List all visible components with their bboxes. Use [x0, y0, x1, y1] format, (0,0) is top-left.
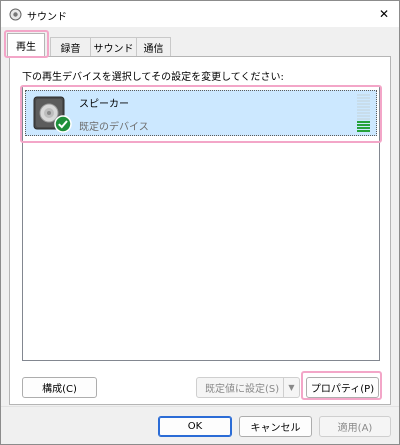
tab-recording[interactable]: 録音 — [50, 37, 91, 56]
cancel-label: キャンセル — [250, 423, 301, 434]
device-list[interactable]: スピーカー 既定のデバイス — [20, 85, 382, 361]
sound-dialog: サウンド ✕ 再生 録音 サウンド 通信 下の再生デバイスを選択してその設定を変… — [0, 0, 400, 445]
tab-sounds[interactable]: サウンド — [90, 37, 137, 56]
set-default-dropdown[interactable]: ▼ — [283, 378, 299, 397]
meter-segment — [357, 124, 370, 126]
configure-label: 構成(C) — [42, 384, 77, 395]
set-default-label: 既定値に設定(S) — [205, 384, 280, 395]
device-status: 既定のデバイス — [79, 122, 149, 133]
meter-segment — [357, 112, 370, 114]
volume-meter — [357, 94, 370, 132]
cancel-button[interactable]: キャンセル — [239, 416, 312, 437]
meter-segment — [357, 118, 370, 120]
tab-highlight — [4, 30, 49, 58]
apply-button[interactable]: 適用(A) — [319, 416, 391, 437]
device-item-speaker[interactable]: スピーカー 既定のデバイス — [25, 90, 377, 136]
device-name: スピーカー — [79, 99, 129, 110]
apply-label: 適用(A) — [337, 423, 373, 434]
meter-segment — [357, 127, 370, 129]
sound-app-icon — [9, 8, 22, 21]
default-check-icon — [54, 115, 72, 133]
meter-segment — [357, 97, 370, 99]
meter-segment — [357, 115, 370, 117]
meter-segment — [357, 100, 370, 102]
meter-segment — [357, 94, 370, 96]
close-button[interactable]: ✕ — [369, 1, 399, 27]
tab-label: サウンド — [93, 43, 134, 55]
set-default-button[interactable]: 既定値に設定(S) ▼ — [196, 377, 300, 398]
window-title: サウンド — [27, 12, 67, 23]
ok-label: OK — [187, 421, 203, 432]
ok-button[interactable]: OK — [158, 416, 232, 437]
instruction-text: 下の再生デバイスを選択してその設定を変更してください: — [22, 72, 284, 83]
close-icon: ✕ — [378, 7, 390, 21]
tab-communications[interactable]: 通信 — [136, 37, 171, 56]
meter-segment — [357, 121, 370, 123]
meter-segment — [357, 109, 370, 111]
meter-segment — [357, 106, 370, 108]
configure-button[interactable]: 構成(C) — [22, 377, 97, 398]
footer-divider — [1, 406, 399, 407]
playback-panel: 下の再生デバイスを選択してその設定を変更してください: スピーカー 既定のデバイ… — [9, 56, 391, 405]
title-bar: サウンド ✕ — [1, 1, 399, 27]
tab-label: 録音 — [60, 43, 81, 55]
chevron-down-icon: ▼ — [288, 383, 295, 392]
meter-segment — [357, 103, 370, 105]
meter-segment — [357, 130, 370, 132]
properties-highlight — [301, 371, 382, 400]
tab-label: 通信 — [143, 43, 164, 55]
